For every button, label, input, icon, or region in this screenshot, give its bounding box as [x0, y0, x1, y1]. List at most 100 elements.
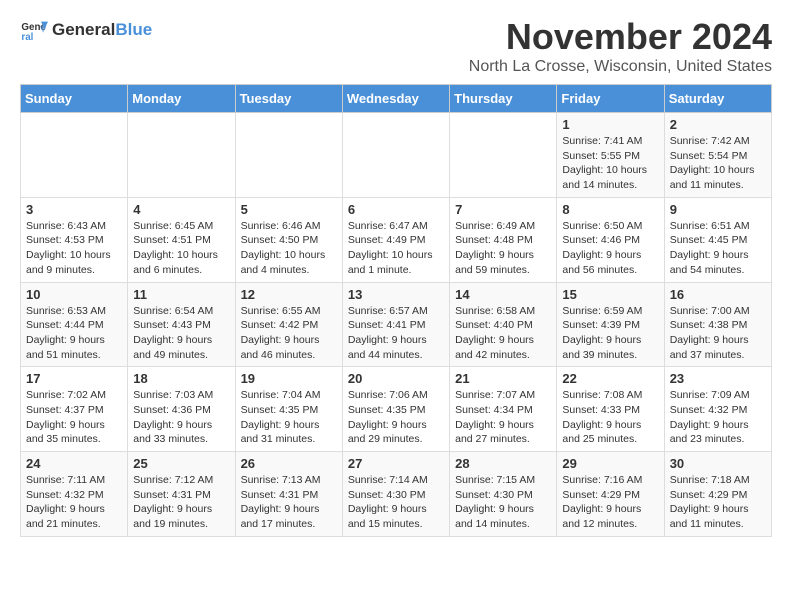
day-info: Sunrise: 7:13 AM Sunset: 4:31 PM Dayligh…: [241, 473, 337, 532]
day-cell: 17 Sunrise: 7:02 AM Sunset: 4:37 PM Dayli…: [21, 367, 128, 452]
day-number: 29: [562, 456, 658, 471]
day-info: Sunrise: 6:55 AM Sunset: 4:42 PM Dayligh…: [241, 304, 337, 363]
day-info: Sunrise: 7:06 AM Sunset: 4:35 PM Dayligh…: [348, 388, 444, 447]
day-number: 11: [133, 287, 229, 302]
day-number: 28: [455, 456, 551, 471]
day-number: 9: [670, 202, 766, 217]
day-number: 12: [241, 287, 337, 302]
day-number: 6: [348, 202, 444, 217]
day-cell: 1Sunrise: 7:41 AM Sunset: 5:55 PM Daylig…: [557, 113, 664, 198]
header: Gene ral GeneralBlue November 2024 North…: [20, 16, 772, 76]
day-info: Sunrise: 7:14 AM Sunset: 4:30 PM Dayligh…: [348, 473, 444, 532]
day-cell: 7 Sunrise: 6:49 AM Sunset: 4:48 PM Daylig…: [450, 197, 557, 282]
day-number: 27: [348, 456, 444, 471]
day-info: Sunrise: 6:47 AM Sunset: 4:49 PM Dayligh…: [348, 219, 444, 278]
week-row-4: 17 Sunrise: 7:02 AM Sunset: 4:37 PM Dayli…: [21, 367, 772, 452]
week-row-2: 3 Sunrise: 6:43 AM Sunset: 4:53 PM Daylig…: [21, 197, 772, 282]
day-cell: 8 Sunrise: 6:50 AM Sunset: 4:46 PM Daylig…: [557, 197, 664, 282]
header-row: SundayMondayTuesdayWednesdayThursdayFrid…: [21, 85, 772, 113]
day-cell: 2 Sunrise: 7:42 AM Sunset: 5:54 PM Daylig…: [664, 113, 771, 198]
day-cell: 21Sunrise: 7:07 AM Sunset: 4:34 PM Dayli…: [450, 367, 557, 452]
logo: Gene ral GeneralBlue: [20, 16, 152, 44]
day-cell: 3 Sunrise: 6:43 AM Sunset: 4:53 PM Daylig…: [21, 197, 128, 282]
col-header-friday: Friday: [557, 85, 664, 113]
day-info: Sunrise: 6:46 AM Sunset: 4:50 PM Dayligh…: [241, 219, 337, 278]
day-number: 8: [562, 202, 658, 217]
day-number: 30: [670, 456, 766, 471]
day-number: 7: [455, 202, 551, 217]
day-info: Sunrise: 7:03 AM Sunset: 4:36 PM Dayligh…: [133, 388, 229, 447]
title-area: November 2024 North La Crosse, Wisconsin…: [469, 16, 772, 76]
day-number: 5: [241, 202, 337, 217]
day-number: 1: [562, 117, 658, 132]
week-row-3: 10 Sunrise: 6:53 AM Sunset: 4:44 PM Dayli…: [21, 282, 772, 367]
day-number: 3: [26, 202, 122, 217]
day-number: 16: [670, 287, 766, 302]
day-number: 19: [241, 371, 337, 386]
col-header-sunday: Sunday: [21, 85, 128, 113]
day-cell: 23Sunrise: 7:09 AM Sunset: 4:32 PM Dayli…: [664, 367, 771, 452]
week-row-1: 1Sunrise: 7:41 AM Sunset: 5:55 PM Daylig…: [21, 113, 772, 198]
logo-general: General: [52, 20, 115, 39]
day-info: Sunrise: 6:43 AM Sunset: 4:53 PM Dayligh…: [26, 219, 122, 278]
day-number: 18: [133, 371, 229, 386]
day-info: Sunrise: 7:08 AM Sunset: 4:33 PM Dayligh…: [562, 388, 658, 447]
day-cell: [342, 113, 449, 198]
day-number: 15: [562, 287, 658, 302]
day-number: 2: [670, 117, 766, 132]
day-cell: [450, 113, 557, 198]
day-cell: 29 Sunrise: 7:16 AM Sunset: 4:29 PM Dayli…: [557, 452, 664, 537]
calendar-header: SundayMondayTuesdayWednesdayThursdayFrid…: [21, 85, 772, 113]
day-info: Sunrise: 7:11 AM Sunset: 4:32 PM Dayligh…: [26, 473, 122, 532]
day-cell: 18 Sunrise: 7:03 AM Sunset: 4:36 PM Dayli…: [128, 367, 235, 452]
day-cell: 9 Sunrise: 6:51 AM Sunset: 4:45 PM Daylig…: [664, 197, 771, 282]
logo-blue: Blue: [115, 20, 152, 39]
day-number: 24: [26, 456, 122, 471]
day-cell: 12 Sunrise: 6:55 AM Sunset: 4:42 PM Dayli…: [235, 282, 342, 367]
day-info: Sunrise: 7:07 AM Sunset: 4:34 PM Dayligh…: [455, 388, 551, 447]
day-cell: 27 Sunrise: 7:14 AM Sunset: 4:30 PM Dayli…: [342, 452, 449, 537]
day-number: 20: [348, 371, 444, 386]
day-number: 14: [455, 287, 551, 302]
day-info: Sunrise: 7:42 AM Sunset: 5:54 PM Dayligh…: [670, 134, 766, 193]
day-info: Sunrise: 7:15 AM Sunset: 4:30 PM Dayligh…: [455, 473, 551, 532]
main-title: November 2024: [469, 16, 772, 58]
day-cell: 6 Sunrise: 6:47 AM Sunset: 4:49 PM Daylig…: [342, 197, 449, 282]
day-number: 25: [133, 456, 229, 471]
day-info: Sunrise: 7:12 AM Sunset: 4:31 PM Dayligh…: [133, 473, 229, 532]
day-info: Sunrise: 7:00 AM Sunset: 4:38 PM Dayligh…: [670, 304, 766, 363]
day-number: 10: [26, 287, 122, 302]
day-info: Sunrise: 6:57 AM Sunset: 4:41 PM Dayligh…: [348, 304, 444, 363]
col-header-saturday: Saturday: [664, 85, 771, 113]
day-cell: 14 Sunrise: 6:58 AM Sunset: 4:40 PM Dayli…: [450, 282, 557, 367]
day-cell: 25 Sunrise: 7:12 AM Sunset: 4:31 PM Dayli…: [128, 452, 235, 537]
day-cell: 19Sunrise: 7:04 AM Sunset: 4:35 PM Dayli…: [235, 367, 342, 452]
day-number: 23: [670, 371, 766, 386]
day-info: Sunrise: 6:51 AM Sunset: 4:45 PM Dayligh…: [670, 219, 766, 278]
day-cell: [21, 113, 128, 198]
day-info: Sunrise: 6:45 AM Sunset: 4:51 PM Dayligh…: [133, 219, 229, 278]
day-cell: 10 Sunrise: 6:53 AM Sunset: 4:44 PM Dayli…: [21, 282, 128, 367]
day-info: Sunrise: 6:53 AM Sunset: 4:44 PM Dayligh…: [26, 304, 122, 363]
col-header-tuesday: Tuesday: [235, 85, 342, 113]
day-cell: 5 Sunrise: 6:46 AM Sunset: 4:50 PM Daylig…: [235, 197, 342, 282]
day-cell: [235, 113, 342, 198]
week-row-5: 24 Sunrise: 7:11 AM Sunset: 4:32 PM Dayli…: [21, 452, 772, 537]
day-info: Sunrise: 6:58 AM Sunset: 4:40 PM Dayligh…: [455, 304, 551, 363]
day-info: Sunrise: 7:02 AM Sunset: 4:37 PM Dayligh…: [26, 388, 122, 447]
svg-text:ral: ral: [21, 32, 33, 43]
calendar-body: 1Sunrise: 7:41 AM Sunset: 5:55 PM Daylig…: [21, 113, 772, 537]
day-cell: 26 Sunrise: 7:13 AM Sunset: 4:31 PM Dayli…: [235, 452, 342, 537]
day-number: 17: [26, 371, 122, 386]
day-info: Sunrise: 7:18 AM Sunset: 4:29 PM Dayligh…: [670, 473, 766, 532]
col-header-thursday: Thursday: [450, 85, 557, 113]
day-cell: 4Sunrise: 6:45 AM Sunset: 4:51 PM Daylig…: [128, 197, 235, 282]
day-info: Sunrise: 7:16 AM Sunset: 4:29 PM Dayligh…: [562, 473, 658, 532]
day-number: 26: [241, 456, 337, 471]
day-cell: 15Sunrise: 6:59 AM Sunset: 4:39 PM Dayli…: [557, 282, 664, 367]
day-info: Sunrise: 6:50 AM Sunset: 4:46 PM Dayligh…: [562, 219, 658, 278]
day-cell: 11Sunrise: 6:54 AM Sunset: 4:43 PM Dayli…: [128, 282, 235, 367]
day-info: Sunrise: 6:49 AM Sunset: 4:48 PM Dayligh…: [455, 219, 551, 278]
calendar-table: SundayMondayTuesdayWednesdayThursdayFrid…: [20, 84, 772, 537]
day-cell: 24 Sunrise: 7:11 AM Sunset: 4:32 PM Dayli…: [21, 452, 128, 537]
